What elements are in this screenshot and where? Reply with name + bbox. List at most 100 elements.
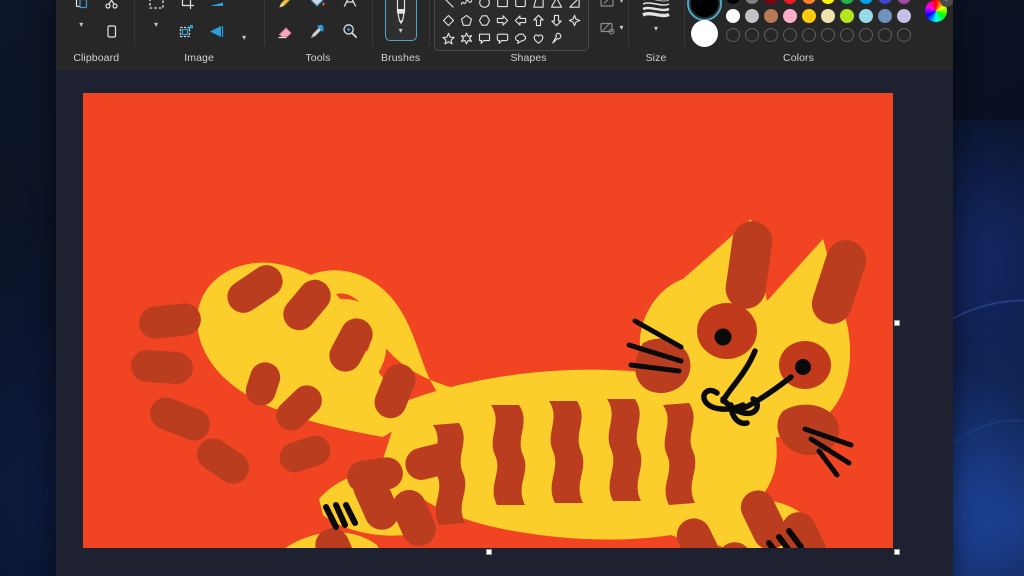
resize-handle-bottom[interactable] [486,549,492,555]
palette-swatch-r2-c1[interactable] [725,9,740,23]
palette-swatch-r2-c8[interactable] [858,9,873,23]
fill-tool[interactable] [303,0,333,16]
shape-hexagon[interactable] [476,12,493,29]
canvas-area [56,70,953,576]
palette-swatch-r2-c6[interactable] [820,9,835,23]
size-dropdown[interactable]: ▾ [643,20,669,37]
palette-swatch-r1-c9[interactable] [877,0,892,4]
shape-triangle[interactable] [548,0,565,11]
color-1-swatch[interactable] [686,0,722,21]
ribbon-toolbar: ▾ Clipboard ▾ ▾ Image Tools ▾ Brushes ▾ … [56,0,953,70]
eraser-tool[interactable] [271,16,301,46]
resize-handle-right[interactable] [894,320,900,326]
palette-swatch-r2-c3[interactable] [763,9,778,23]
shape-rounded-callout[interactable] [494,30,511,47]
rotate-button[interactable] [201,0,231,16]
palette-swatch-r1-c3[interactable] [763,0,778,4]
shape-rounded-rectangle[interactable] [512,0,529,11]
palette-swatch-r2-c4[interactable] [782,9,797,23]
palette-swatch-r3-c6[interactable] [820,28,835,42]
palette-swatch-r3-c7[interactable] [839,28,854,42]
copy-button[interactable] [96,16,126,46]
rotate-dropdown[interactable]: ▾ [231,0,257,3]
shape-rectangle[interactable] [494,0,511,11]
magnifier-tool[interactable] [335,16,365,46]
palette-swatch-r1-c4[interactable] [782,0,797,4]
chevron-down-icon[interactable]: ▾ [620,24,624,32]
palette-swatch-r3-c9[interactable] [877,28,892,42]
color-palette-grid [725,0,913,44]
cut-button[interactable] [96,0,126,16]
brush-icon [396,0,405,24]
shape-rectangular-callout[interactable] [476,30,493,47]
edit-colors-button[interactable] [924,0,953,22]
palette-swatch-r2-c9[interactable] [877,9,892,23]
ribbon-group-label-colors: Colors [783,52,814,64]
shape-curve[interactable] [458,0,475,11]
select-button[interactable] [141,0,171,16]
shape-right-arrow[interactable] [494,12,511,29]
palette-swatch-r3-c4[interactable] [782,28,797,42]
chevron-down-icon: ▾ [242,32,247,42]
paste-dropdown[interactable]: ▾ [68,16,94,33]
palette-swatch-r1-c7[interactable] [839,0,854,4]
paste-button[interactable] [66,0,96,16]
text-tool[interactable] [335,0,365,16]
shape-polygon[interactable] [530,0,547,11]
palette-swatch-r1-c10[interactable] [896,0,911,4]
shape-up-arrow[interactable] [530,12,547,29]
palette-swatch-r2-c10[interactable] [896,9,911,23]
brushes-button[interactable]: ▾ [384,0,417,41]
ribbon-group-clipboard: ▾ Clipboard [58,0,134,70]
ribbon-group-label-brushes: Brushes [381,52,421,64]
ribbon-group-brushes: ▾ Brushes [372,0,429,70]
palette-swatch-r3-c2[interactable] [744,28,759,42]
shape-outline-button[interactable] [595,0,619,12]
palette-swatch-r1-c2[interactable] [744,0,759,4]
palette-swatch-r3-c3[interactable] [763,28,778,42]
size-button[interactable] [639,0,673,20]
chevron-down-icon[interactable]: ▾ [620,0,624,5]
ribbon-group-colors: Colors [684,0,953,70]
shape-four-point-star[interactable] [566,12,583,29]
ribbon-group-tools: Tools [263,0,373,70]
palette-swatch-r3-c1[interactable] [725,28,740,42]
flip-button[interactable] [201,16,231,46]
chevron-down-icon: ▾ [398,25,403,35]
shape-oval[interactable] [476,0,493,11]
shape-heart[interactable] [530,30,547,47]
chevron-down-icon: ▾ [154,19,159,29]
shape-diamond[interactable] [440,12,457,29]
color-2-swatch[interactable] [690,20,718,47]
select-dropdown[interactable]: ▾ [143,16,169,33]
palette-swatch-r1-c6[interactable] [820,0,835,4]
crop-button[interactable] [171,0,201,16]
eyedropper-tool[interactable] [303,16,333,46]
palette-swatch-r2-c2[interactable] [744,9,759,23]
shape-pentagon[interactable] [458,12,475,29]
palette-swatch-r1-c5[interactable] [801,0,816,4]
shape-line[interactable] [440,0,457,11]
palette-swatch-r2-c5[interactable] [801,9,816,23]
cat-drawing [131,219,867,548]
palette-swatch-r1-c8[interactable] [858,0,873,4]
resize-handle-corner[interactable] [894,549,900,555]
pencil-tool[interactable] [271,0,301,16]
palette-swatch-r3-c10[interactable] [896,28,911,42]
palette-swatch-r1-c1[interactable] [725,0,740,4]
shape-right-triangle[interactable] [566,0,583,11]
palette-swatch-r2-c7[interactable] [839,9,854,23]
shape-left-arrow[interactable] [512,12,529,29]
shape-cloud-callout[interactable] [512,30,529,47]
drawing-canvas[interactable] [83,93,893,548]
palette-swatch-r3-c8[interactable] [858,28,873,42]
resize-button[interactable] [171,16,201,46]
shape-five-point-star[interactable] [440,30,457,47]
chevron-down-icon: ▾ [653,23,658,33]
flip-dropdown[interactable]: ▾ [231,29,257,46]
shape-six-point-star[interactable] [458,30,475,47]
shape-fill-button[interactable] [595,17,619,39]
shape-down-arrow[interactable] [548,12,565,29]
palette-swatch-r3-c5[interactable] [801,28,816,42]
shape-lightning[interactable] [548,30,565,47]
